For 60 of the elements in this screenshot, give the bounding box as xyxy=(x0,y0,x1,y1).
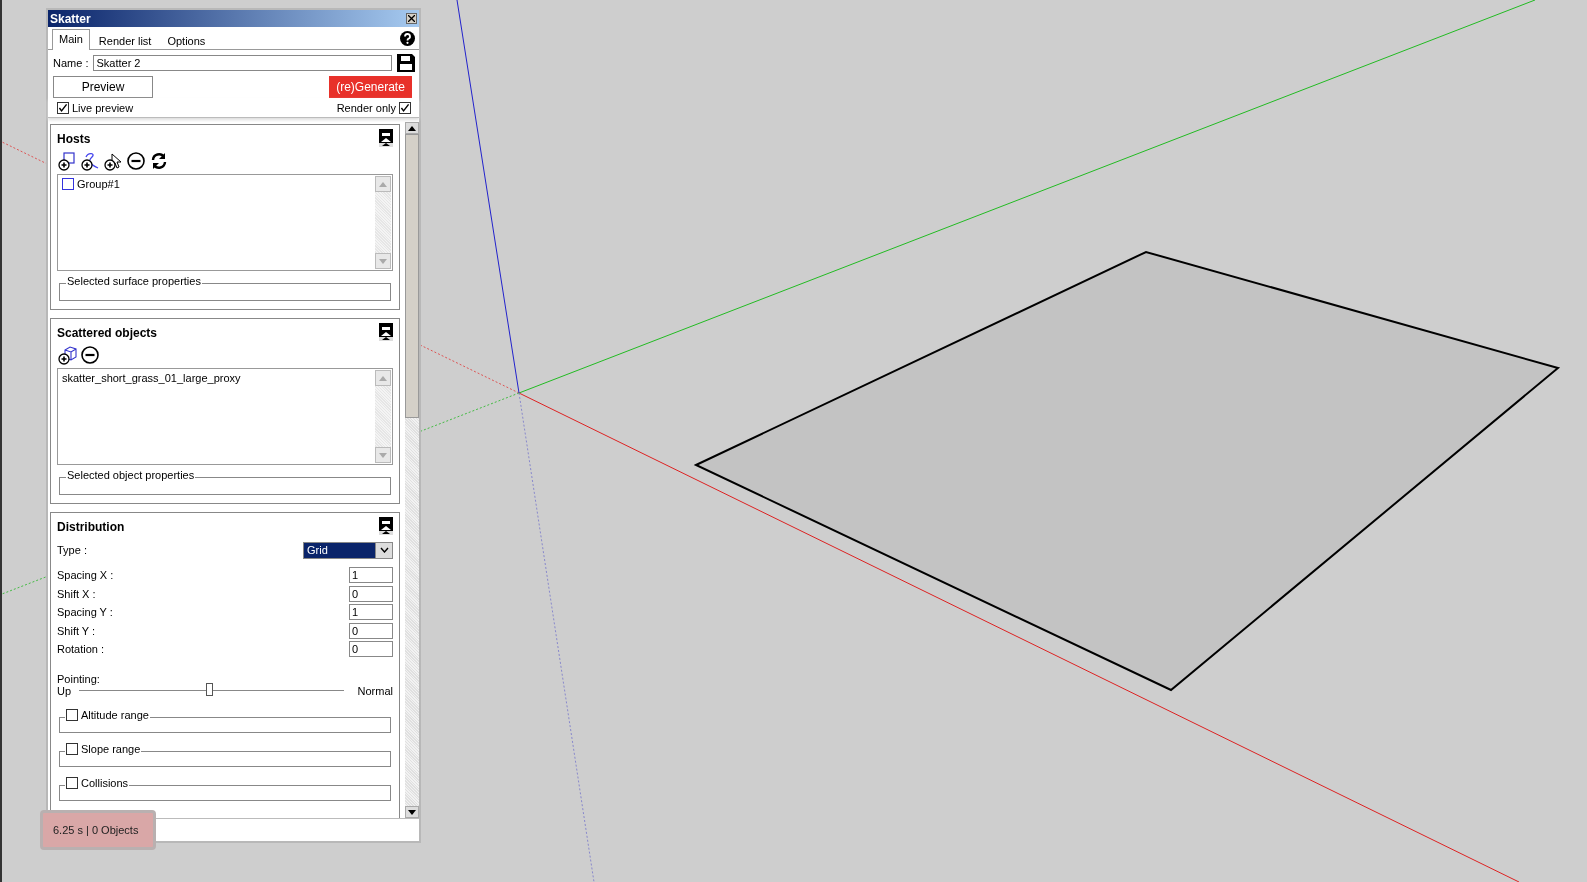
checkbox[interactable] xyxy=(66,776,78,789)
window-title: Skatter xyxy=(50,11,91,26)
remove-icon[interactable] xyxy=(126,151,146,171)
field-label: Shift Y : xyxy=(57,624,96,637)
checkbox-label: Live preview xyxy=(72,102,134,114)
checkbox[interactable] xyxy=(399,102,411,114)
group-label: Selected surface properties xyxy=(66,275,202,287)
collapse-icon[interactable] xyxy=(379,517,393,535)
checkbox[interactable] xyxy=(57,102,69,114)
input-field[interactable]: 0 xyxy=(349,641,393,658)
slider-title: Pointing: xyxy=(57,672,101,685)
slider-max-label: Normal xyxy=(357,684,393,697)
section-title: Hosts xyxy=(57,132,91,146)
status-text: 6.25 s | 0 Objects xyxy=(40,810,156,850)
save-icon[interactable] xyxy=(397,54,415,72)
input-field[interactable]: 1 xyxy=(349,567,393,584)
help-icon[interactable] xyxy=(400,30,415,46)
add-cube-icon[interactable] xyxy=(57,345,77,365)
refresh-icon[interactable] xyxy=(149,151,169,171)
list-item[interactable]: skatter_short_grass_01_large_proxy xyxy=(62,372,370,384)
checkbox-label: Render only xyxy=(336,102,396,114)
add-curve-icon[interactable] xyxy=(80,151,100,171)
collapse-icon[interactable] xyxy=(379,323,393,341)
input-field[interactable]: 0 xyxy=(349,585,393,602)
scrollbar[interactable] xyxy=(405,122,419,818)
scroll-down-icon[interactable] xyxy=(408,809,416,815)
option-label: Altitude range xyxy=(81,708,149,721)
checkbox[interactable] xyxy=(62,178,74,190)
add-surface-icon[interactable] xyxy=(57,151,77,171)
tab[interactable]: Options xyxy=(160,31,213,50)
field-label: Name : xyxy=(53,57,89,69)
scroll-up-icon[interactable] xyxy=(408,125,416,131)
preview-button[interactable]: Preview xyxy=(53,76,153,98)
tab[interactable]: Render list xyxy=(91,31,159,50)
tab[interactable]: Main xyxy=(52,29,90,50)
close-button[interactable] xyxy=(406,13,417,24)
checkbox[interactable] xyxy=(66,708,78,721)
group-label: Selected object properties xyxy=(66,469,196,481)
field-label: Type : xyxy=(57,544,87,556)
type-dropdown[interactable]: Grid xyxy=(303,541,393,559)
field-label: Rotation : xyxy=(57,643,105,656)
add-cursor-icon[interactable] xyxy=(103,151,123,171)
field-label: Shift X : xyxy=(57,587,96,600)
option-label: Collisions xyxy=(81,776,129,789)
option-label: Slope range xyxy=(81,742,141,755)
checkbox[interactable] xyxy=(66,742,78,755)
slider-min-label: Up xyxy=(57,684,72,697)
input-field[interactable]: 0 xyxy=(349,622,393,639)
section-title: Distribution xyxy=(57,520,125,534)
chevron-icon xyxy=(379,547,389,553)
input-field[interactable]: 1 xyxy=(349,604,393,621)
list-item: Group#1 xyxy=(77,178,120,190)
section-title: Scattered objects xyxy=(57,326,158,340)
name-field[interactable]: Skatter 2 xyxy=(93,55,392,71)
generate-button[interactable]: (re)Generate xyxy=(329,76,412,98)
remove-icon[interactable] xyxy=(80,345,100,365)
field-label: Spacing Y : xyxy=(57,606,113,619)
field-label: Spacing X : xyxy=(57,569,114,582)
slider-thumb[interactable] xyxy=(205,683,213,696)
collapse-icon[interactable] xyxy=(379,129,393,147)
